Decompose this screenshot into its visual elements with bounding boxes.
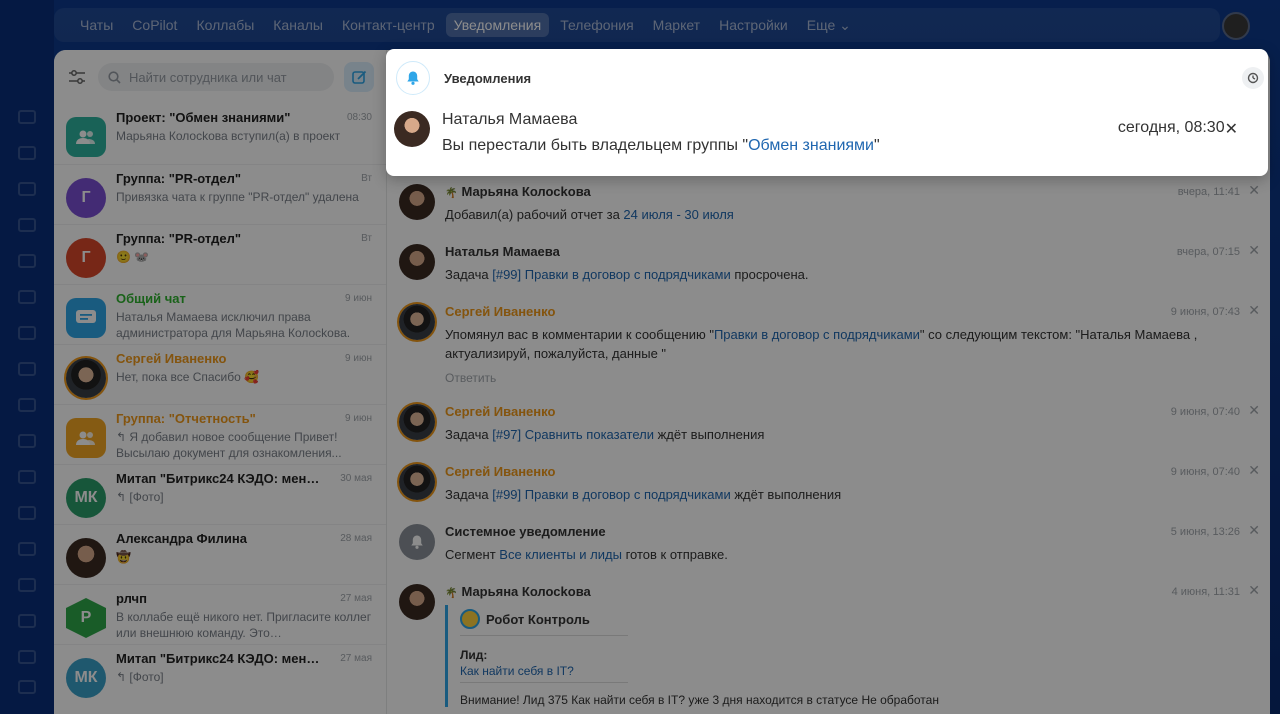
bell-icon — [396, 61, 430, 95]
notification-body: Наталья Мамаева Вы перестали быть владел… — [442, 111, 1118, 155]
group-link[interactable]: Обмен знаниями — [748, 137, 874, 154]
notification-text: Вы перестали быть владельцем группы "Обм… — [442, 137, 1118, 155]
popup-title: Уведомления — [444, 70, 532, 86]
notification-text-after: " — [873, 137, 880, 154]
history-icon[interactable] — [1242, 67, 1264, 89]
notification-date: сегодня, 08:30 — [1117, 119, 1225, 136]
avatar[interactable] — [394, 111, 430, 147]
notification-text-before: Вы перестали быть владельцем группы " — [442, 137, 749, 154]
popup-header: Уведомления — [386, 49, 1268, 107]
notification-author[interactable]: Наталья Мамаева — [442, 111, 1118, 129]
close-icon[interactable]: ✕ — [1225, 119, 1238, 155]
popup-notification[interactable]: Наталья Мамаева Вы перестали быть владел… — [386, 107, 1268, 155]
notification-popup: Уведомления Наталья Мамаева Вы перестали… — [386, 49, 1268, 176]
